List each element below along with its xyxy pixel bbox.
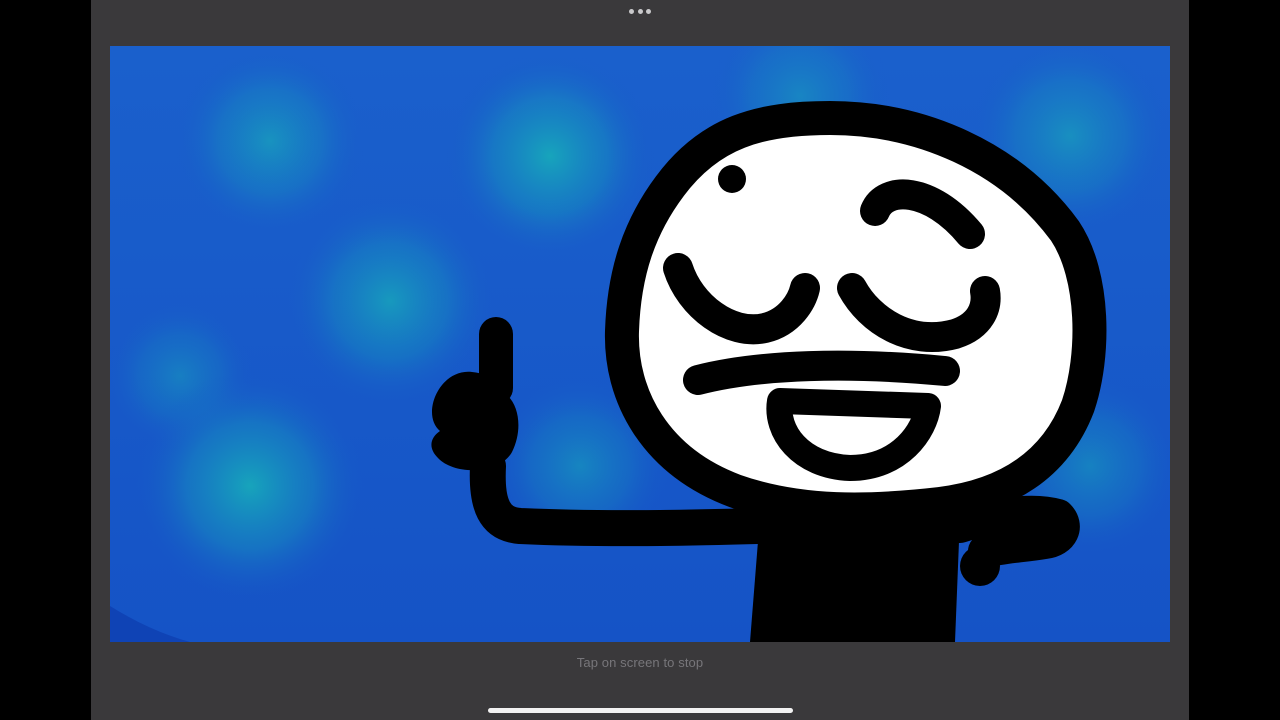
- home-indicator[interactable]: [488, 708, 793, 713]
- figure-right-arm: [943, 495, 1080, 568]
- figure-mouth-line: [683, 350, 960, 395]
- stick-figure-drawing: [110, 46, 1170, 642]
- figure-head-bump: [718, 165, 746, 193]
- figure-right-hand: [960, 546, 1000, 586]
- device-screen: Tap on screen to stop: [91, 0, 1189, 720]
- animation-canvas[interactable]: [110, 46, 1170, 642]
- letterbox-right: [1189, 0, 1280, 720]
- more-dots-icon[interactable]: [629, 7, 651, 15]
- dot: [637, 8, 643, 14]
- dot: [629, 8, 634, 14]
- tap-to-stop-hint: Tap on screen to stop: [576, 655, 704, 670]
- letterbox-left: [0, 0, 91, 720]
- dot: [646, 8, 651, 14]
- figure-mouth: [766, 388, 941, 481]
